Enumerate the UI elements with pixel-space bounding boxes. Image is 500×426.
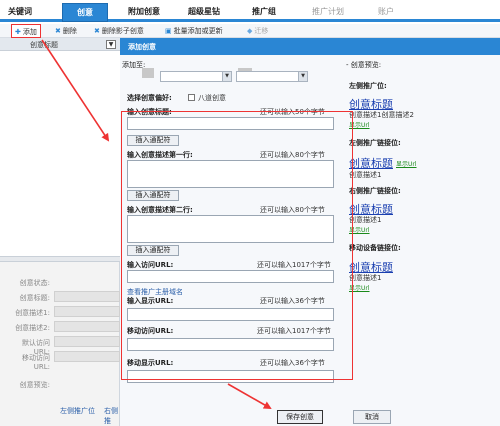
tab-keywords[interactable]: 关键词 [8, 3, 44, 22]
preference-label: 选择创意偏好: [127, 94, 172, 102]
field-value-desc2 [54, 321, 120, 332]
preview-mobile-link-heading: 移动设备链接位: [349, 244, 401, 252]
batch-add-button[interactable]: ▣ 批量添加或更新 [165, 24, 223, 38]
delete-icon: ✖ [55, 27, 61, 35]
delete-button[interactable]: ✖ 删除 [55, 24, 77, 38]
preview-url-2: 显示Url [396, 161, 417, 168]
preview-tab-right[interactable]: 右侧推 [104, 406, 119, 426]
pref-option-label: 八道创意 [198, 94, 226, 102]
campaign-select[interactable]: ▼ [160, 71, 232, 82]
chevron-down-icon[interactable]: ▼ [106, 40, 116, 49]
plus-icon: ✚ [15, 28, 21, 36]
tab-super-star[interactable]: 超级星钻 [188, 3, 228, 22]
move-button[interactable]: ◆ 迁移 [247, 24, 268, 38]
tab-account[interactable]: 账户 [378, 3, 408, 22]
column-title: 创意标题 [30, 41, 58, 49]
top-tab-bar: 关键词 创意 附加创意 超级星钻 推广组 推广计划 账户 [0, 0, 500, 22]
field-label-mobile-url: 移动访问URL: [22, 354, 50, 371]
creative-title-column-header[interactable]: 创意标题 ▼ [0, 38, 120, 51]
add-button[interactable]: ✚ 添加 [11, 24, 41, 38]
tab-ad-group[interactable]: 推广组 [252, 3, 286, 22]
delete-label: 删除 [62, 27, 77, 35]
preview-desc-3: 创意描述1 [349, 216, 382, 224]
field-value-desc1 [54, 306, 120, 317]
save-creative-button[interactable]: 保存创意 [277, 410, 323, 424]
adgroup-select[interactable]: ▼ [236, 71, 308, 82]
tab-campaign[interactable]: 推广计划 [312, 3, 356, 22]
panel-splitter[interactable] [0, 256, 120, 262]
tab-extra-creative[interactable]: 附加创意 [128, 3, 168, 22]
chevron-down-icon: ▼ [298, 72, 307, 81]
field-label-desc1: 创意描述1: [15, 309, 50, 317]
dialog-header: 添加创意 [120, 38, 500, 55]
delete-shadow-icon: ✖ [94, 27, 100, 35]
preview-heading: - 创意预览: [346, 61, 382, 69]
field-value-default-url [54, 336, 120, 347]
preview-title-2: 创意标题 [349, 157, 393, 170]
toolbar: ✚ 添加 ✖ 删除 ✖ 删除影子创意 ▣ 批量添加或更新 ◆ 迁移 [0, 24, 500, 38]
field-label-preview: 创意预览: [19, 381, 50, 389]
preview-left-position-heading: 左侧推广位: [349, 82, 387, 90]
chevron-down-icon: ▼ [222, 72, 231, 81]
preview-desc-1: 创意描述1创意描述2 [349, 111, 414, 119]
redacted-block [142, 68, 154, 78]
cancel-button[interactable]: 取消 [353, 410, 391, 424]
preview-tab-left[interactable]: 左侧推广位 [60, 406, 95, 416]
move-label: 迁移 [254, 27, 269, 35]
preview-desc-2: 创意描述1 [349, 171, 382, 179]
delete-shadow-button[interactable]: ✖ 删除影子创意 [94, 24, 144, 38]
add-label: 添加 [22, 28, 37, 36]
field-label-desc2: 创意描述2: [15, 324, 50, 332]
field-label-title: 创意标题: [19, 294, 50, 302]
preview-right-link-heading: 右侧推广链接位: [349, 187, 401, 195]
preview-left-link-heading: 左侧推广链接位: [349, 139, 401, 147]
field-value-title [54, 291, 120, 302]
highlight-box [121, 111, 353, 380]
batch-label: 批量添加或更新 [173, 27, 223, 35]
pref-checkbox[interactable] [188, 94, 195, 101]
arrow-icon: ◆ [247, 27, 253, 35]
field-label-status: 创意状态: [19, 279, 50, 287]
delete-shadow-label: 删除影子创意 [101, 27, 144, 35]
dialog-title: 添加创意 [128, 43, 156, 51]
field-value-mobile-url [54, 351, 120, 362]
tab-creative[interactable]: 创意 [62, 3, 108, 22]
preview-desc-4: 创意描述1 [349, 274, 382, 282]
batch-icon: ▣ [165, 27, 172, 35]
left-panel: 创意标题 ▼ 创意状态: 创意标题: 创意描述1: 创意描述2: 默认访问URL… [0, 38, 120, 426]
creative-list[interactable] [0, 51, 120, 256]
